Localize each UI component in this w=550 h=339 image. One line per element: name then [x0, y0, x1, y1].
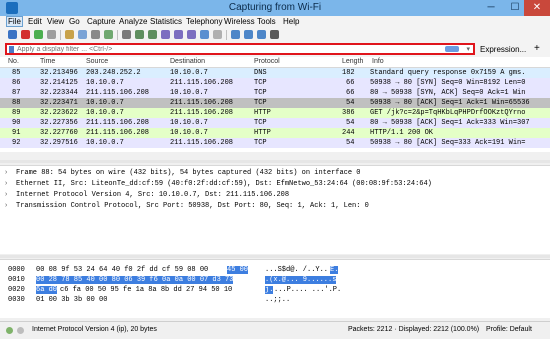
apply-filter-arrow-icon[interactable] — [445, 46, 459, 52]
col-no[interactable]: No. — [8, 58, 19, 65]
chevron-down-icon[interactable]: ▾ — [466, 45, 470, 53]
resize-columns-icon[interactable] — [270, 30, 279, 39]
capture-options-icon[interactable] — [47, 30, 56, 39]
detail-row-ethernet[interactable]: › Ethernet II, Src: LiteonTe_dd:cf:59 (4… — [0, 179, 550, 189]
display-filter-box: ▾ — [5, 43, 475, 55]
menu-file[interactable]: File — [6, 16, 23, 27]
capture-comment-icon[interactable] — [17, 327, 24, 334]
selected-field-status: Internet Protocol Version 4 (ip), 20 byt… — [32, 326, 157, 333]
expand-arrow-icon[interactable]: › — [4, 191, 8, 199]
table-row[interactable]: 89 32.223622 10.10.0.7 211.115.106.208 H… — [0, 108, 550, 118]
col-source[interactable]: Source — [86, 58, 108, 65]
menu-edit[interactable]: Edit — [28, 17, 42, 26]
detail-row-tcp[interactable]: › Transmission Control Protocol, Src Por… — [0, 201, 550, 211]
add-filter-button[interactable]: + — [534, 43, 540, 54]
filter-bar: ▾ Expression... + — [0, 42, 550, 57]
open-file-icon[interactable] — [65, 30, 74, 39]
pane-splitter[interactable] — [0, 255, 550, 258]
expert-info-icon[interactable] — [6, 327, 13, 334]
go-to-packet-icon[interactable] — [161, 30, 170, 39]
bytes-row[interactable]: 0030 01 00 3b 3b 00 00 ..;;.. — [0, 296, 550, 305]
table-row[interactable]: 91 32.227760 211.115.106.208 10.10.0.7 H… — [0, 128, 550, 138]
go-forward-icon[interactable] — [148, 30, 157, 39]
find-packet-icon[interactable] — [122, 30, 131, 39]
menu-go[interactable]: Go — [69, 17, 80, 26]
table-row-selected[interactable]: 88 32.223471 10.10.0.7 211.115.106.208 T… — [0, 98, 550, 108]
close-button[interactable]: ✕ — [524, 0, 550, 16]
zoom-in-icon[interactable] — [231, 30, 240, 39]
menu-view[interactable]: View — [47, 17, 64, 26]
go-back-icon[interactable] — [135, 30, 144, 39]
menu-statistics[interactable]: Statistics — [150, 17, 182, 26]
packet-details: › Frame 88: 54 bytes on wire (432 bits),… — [0, 165, 550, 254]
bytes-row[interactable]: 0000 00 08 9f 53 24 64 40 f0 2f dd cf 59… — [0, 266, 550, 275]
menu-telephony[interactable]: Telephony — [186, 17, 222, 26]
menu-capture[interactable]: Capture — [87, 17, 115, 26]
restart-capture-icon[interactable] — [34, 30, 43, 39]
packet-list-header: No. Time Source Destination Protocol Len… — [0, 57, 550, 68]
start-capture-icon[interactable] — [8, 30, 17, 39]
menu-analyze[interactable]: Analyze — [119, 17, 147, 26]
col-info[interactable]: Info — [372, 58, 384, 65]
bookmark-icon[interactable] — [9, 46, 14, 53]
table-row[interactable]: 90 32.227356 211.115.106.208 10.10.0.7 T… — [0, 118, 550, 128]
last-packet-icon[interactable] — [187, 30, 196, 39]
display-filter-input[interactable] — [17, 45, 437, 53]
close-file-icon[interactable] — [91, 30, 100, 39]
zoom-out-icon[interactable] — [244, 30, 253, 39]
expand-arrow-icon[interactable]: › — [4, 169, 8, 177]
table-row[interactable]: 85 32.213496 203.248.252.2 10.10.0.7 DNS… — [0, 68, 550, 78]
title-bar: Capturing from Wi-Fi ─ ☐ ✕ — [0, 0, 550, 17]
detail-row-frame[interactable]: › Frame 88: 54 bytes on wire (432 bits),… — [0, 168, 550, 178]
window-title: Capturing from Wi-Fi — [228, 2, 322, 13]
col-length[interactable]: Length — [342, 58, 363, 65]
minimize-button[interactable]: ─ — [478, 0, 504, 16]
table-row[interactable]: 92 32.297516 10.10.0.7 211.115.106.208 T… — [0, 138, 550, 148]
expression-button[interactable]: Expression... — [480, 45, 526, 54]
bytes-row[interactable]: 0010 00 28 78 85 40 00 80 06 39 f6 0a 0a… — [0, 276, 550, 285]
expand-arrow-icon[interactable]: › — [4, 202, 8, 210]
col-destination[interactable]: Destination — [170, 58, 205, 65]
menu-wireless[interactable]: Wireless — [224, 17, 255, 26]
col-time[interactable]: Time — [40, 58, 55, 65]
profile-status[interactable]: Profile: Default — [486, 326, 532, 333]
packet-list: 85 32.213496 203.248.252.2 10.10.0.7 DNS… — [0, 68, 550, 152]
pane-splitter[interactable] — [0, 160, 550, 163]
status-bar: Internet Protocol Version 4 (ip), 20 byt… — [0, 321, 550, 339]
table-row[interactable]: 86 32.214125 10.10.0.7 211.115.106.208 T… — [0, 78, 550, 88]
col-protocol[interactable]: Protocol — [254, 58, 280, 65]
bytes-row[interactable]: 0020 6a d0 c6 fa 00 50 95 fe 1a 8a 8b dd… — [0, 286, 550, 295]
normal-size-icon[interactable] — [257, 30, 266, 39]
colorize-icon[interactable] — [213, 30, 222, 39]
menu-bar: File Edit View Go Capture Analyze Statis… — [0, 16, 550, 28]
save-file-icon[interactable] — [78, 30, 87, 39]
first-packet-icon[interactable] — [174, 30, 183, 39]
packet-counts: Packets: 2212 · Displayed: 2212 (100.0%) — [348, 326, 480, 333]
autoscroll-icon[interactable] — [200, 30, 209, 39]
reload-icon[interactable] — [104, 30, 113, 39]
main-toolbar — [0, 28, 550, 43]
expand-arrow-icon[interactable]: › — [4, 180, 8, 188]
menu-tools[interactable]: Tools — [257, 17, 276, 26]
packet-bytes: 0000 00 08 9f 53 24 64 40 f0 2f dd cf 59… — [0, 259, 550, 318]
menu-help[interactable]: Help — [283, 17, 299, 26]
detail-row-ip[interactable]: › Internet Protocol Version 4, Src: 10.1… — [0, 190, 550, 200]
table-row[interactable]: 87 32.223344 211.115.106.208 10.10.0.7 T… — [0, 88, 550, 98]
stop-capture-icon[interactable] — [21, 30, 30, 39]
